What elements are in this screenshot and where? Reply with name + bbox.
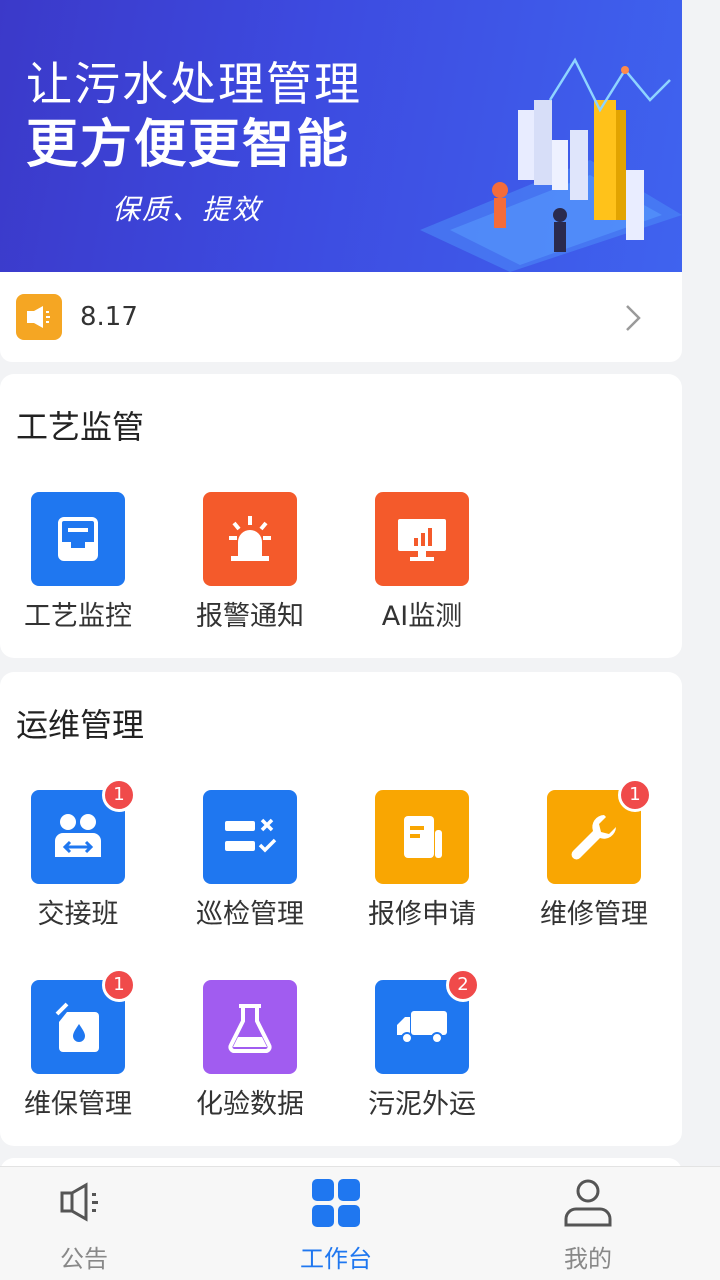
checklist-icon — [203, 790, 297, 884]
tab-label: 工作台 — [300, 1245, 372, 1273]
tile-repair-request[interactable]: 报修申请 — [346, 790, 496, 940]
megaphone-icon — [60, 1182, 98, 1222]
notification-badge: 2 — [446, 968, 480, 1002]
section-title: 运维管理 — [16, 706, 145, 744]
notification-badge: 1 — [618, 778, 652, 812]
bottom-tab-bar: 公告 工作台 我的 — [0, 1166, 720, 1280]
tile-label: 巡检管理 — [196, 899, 304, 930]
tab-label: 我的 — [564, 1245, 612, 1273]
tile-inspection-management[interactable]: 巡检管理 — [174, 790, 324, 940]
process-supervision-card: 工艺监管 工艺监控 报警通知 AI监测 — [0, 374, 682, 658]
tile-label: 报警通知 — [196, 601, 304, 632]
hero-banner[interactable]: 让污水处理管理 更方便更智能 保质、提效 — [0, 0, 682, 272]
tab-profile[interactable]: 我的 — [528, 1175, 648, 1275]
bar-chart-illustration — [420, 57, 682, 272]
tile-ai-monitoring[interactable]: AI监测 — [346, 492, 496, 642]
chevron-right-icon[interactable] — [622, 302, 644, 334]
tile-label: 化验数据 — [196, 1089, 304, 1120]
page-gutter — [682, 0, 720, 1165]
monitor-chart-icon — [375, 492, 469, 586]
tile-lab-data[interactable]: 化验数据 — [174, 980, 324, 1130]
tab-label: 公告 — [60, 1245, 108, 1273]
tile-maintenance-management[interactable]: 1 维修管理 — [518, 778, 668, 940]
banner-tagline: 保质、提效 — [112, 193, 263, 226]
tile-label: 维修管理 — [540, 899, 648, 930]
tile-shift-handover[interactable]: 1 交接班 — [2, 778, 152, 940]
tile-label: AI监测 — [381, 601, 463, 632]
notification-badge: 1 — [102, 778, 136, 812]
tab-workbench[interactable]: 工作台 — [276, 1175, 396, 1275]
tile-label: 报修申请 — [368, 899, 476, 930]
tile-label: 交接班 — [37, 899, 119, 930]
announcement-bar[interactable]: 8.17 — [0, 272, 682, 362]
alarm-light-icon — [203, 492, 297, 586]
tile-process-monitoring[interactable]: 工艺监控 — [2, 492, 152, 642]
notification-badge: 1 — [102, 968, 136, 1002]
tile-label: 污泥外运 — [368, 1089, 476, 1120]
announcement-text: 8.17 — [80, 302, 138, 332]
tab-announcements[interactable]: 公告 — [24, 1175, 144, 1275]
tile-sludge-transport[interactable]: 2 污泥外运 — [346, 968, 496, 1130]
tile-label: 维保管理 — [24, 1089, 132, 1120]
tile-alarm-notification[interactable]: 报警通知 — [174, 492, 324, 642]
operations-management-card: 运维管理 1 交接班 巡检管理 报修申请 1 维修管理 1 维保管理 化验数据 … — [0, 672, 682, 1146]
tile-upkeep-management[interactable]: 1 维保管理 — [2, 968, 152, 1130]
grid-icon — [312, 1179, 360, 1227]
speaker-icon — [16, 294, 62, 340]
section-title: 工艺监管 — [16, 408, 145, 446]
banner-subtitle: 更方便更智能 — [26, 115, 351, 175]
inbox-tray-icon — [31, 492, 125, 586]
document-icon — [375, 790, 469, 884]
user-icon — [564, 1179, 612, 1227]
flask-icon — [203, 980, 297, 1074]
tile-label: 工艺监控 — [24, 601, 132, 632]
